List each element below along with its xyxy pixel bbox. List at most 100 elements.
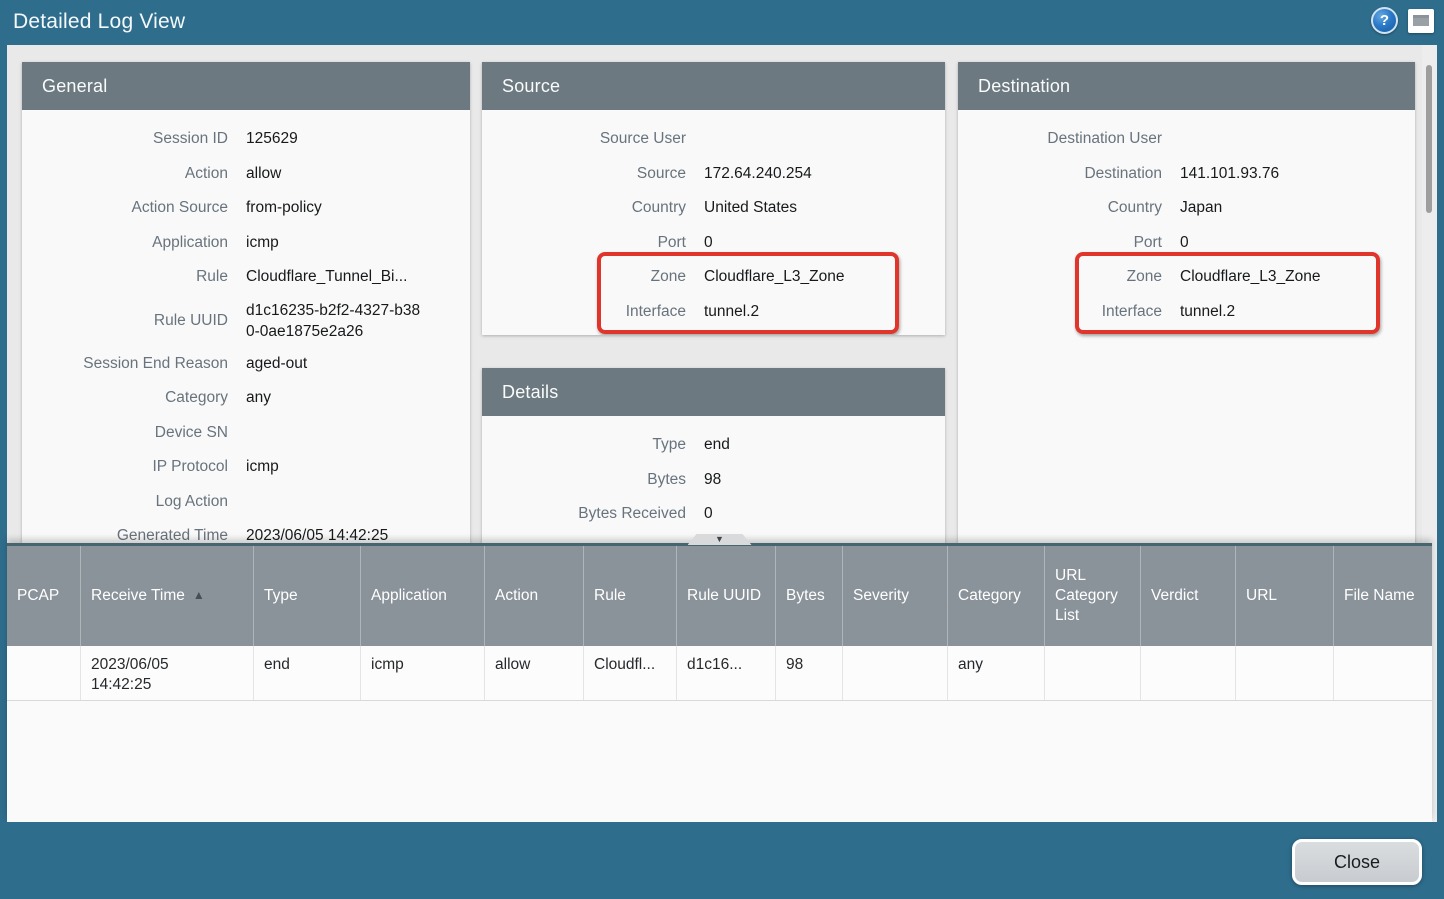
col-header-rule-uuid[interactable]: Rule UUID — [676, 546, 775, 646]
field-row: Port 0 — [482, 226, 945, 261]
col-header-label: File Name — [1344, 586, 1415, 606]
field-value: tunnel.2 — [704, 303, 759, 321]
col-header-type[interactable]: Type — [253, 546, 360, 646]
field-label: Port — [482, 234, 686, 252]
panel-header-general: General — [22, 62, 470, 110]
col-header-url[interactable]: URL — [1235, 546, 1333, 646]
col-header-label: Application — [371, 586, 447, 606]
field-label: Session ID — [22, 130, 228, 148]
field-label: Category — [22, 389, 228, 407]
close-button[interactable]: Close — [1292, 839, 1422, 885]
help-icon[interactable]: ? — [1371, 7, 1398, 34]
field-row: Session ID 125629 — [22, 122, 470, 157]
field-row: IP Protocolicmp — [22, 450, 470, 485]
cell-pcap — [7, 646, 80, 700]
field-label: Country — [482, 199, 686, 217]
col-header-url-category-list[interactable]: URL Category List — [1044, 546, 1140, 646]
field-label: Interface — [958, 303, 1162, 321]
field-value: any — [246, 389, 271, 407]
collapse-handle[interactable]: ▼ — [688, 534, 752, 545]
col-header-application[interactable]: Application — [360, 546, 484, 646]
cell-type: end — [253, 646, 360, 700]
page-title: Detailed Log View — [13, 10, 185, 34]
col-header-label: Receive Time — [91, 586, 185, 606]
col-header-label: Verdict — [1151, 586, 1198, 606]
field-value: 0 — [704, 234, 713, 252]
panel-body-details: Typeend Bytes 98 Bytes Received0 — [482, 416, 945, 532]
cell-url-category-list — [1044, 646, 1140, 700]
field-row: Bytes Received0 — [482, 497, 945, 532]
field-row: Bytes 98 — [482, 463, 945, 498]
field-row: Generated Time 2023/06/05 14:42:25 — [22, 519, 470, 543]
scrollbar-thumb[interactable] — [1426, 65, 1432, 213]
panel-body-source: Source User Source172.64.240.254 Country… — [482, 110, 945, 329]
field-row: Typeend — [482, 428, 945, 463]
field-row: Action allow — [22, 157, 470, 192]
panel-general: General Session ID 125629 Action allow Act… — [22, 62, 470, 543]
field-value: icmp — [246, 234, 279, 252]
field-label: Destination User — [958, 130, 1162, 148]
detailed-log-view-dialog: Detailed Log View ? General Session ID 12… — [0, 0, 1444, 899]
col-header-severity[interactable]: Severity — [842, 546, 947, 646]
field-label: Session End Reason — [22, 355, 228, 373]
field-row: RuleCloudflare_Tunnel_Bi... — [22, 260, 470, 295]
panel-source: Source Source User Source172.64.240.254 … — [482, 62, 945, 335]
cell-application: icmp — [360, 646, 484, 700]
col-header-verdict[interactable]: Verdict — [1140, 546, 1235, 646]
field-row: Destination User — [958, 122, 1415, 157]
cell-rule-uuid: d1c16... — [676, 646, 775, 700]
cell-category: any — [947, 646, 1044, 700]
field-row: Session End Reason aged-out — [22, 347, 470, 382]
col-header-action[interactable]: Action — [484, 546, 583, 646]
titlebar-icons: ? — [1371, 7, 1434, 34]
field-row: Port 0 — [958, 226, 1415, 261]
field-label: Generated Time — [22, 527, 228, 543]
col-header-label: URL Category List — [1055, 566, 1130, 626]
col-header-bytes[interactable]: Bytes — [775, 546, 842, 646]
field-value: aged-out — [246, 355, 307, 373]
field-value: 141.101.93.76 — [1180, 165, 1279, 183]
maximize-icon[interactable] — [1408, 9, 1434, 33]
col-header-receive-time[interactable]: Receive Time▲ — [80, 546, 253, 646]
field-label: Log Action — [22, 493, 228, 511]
field-label: Source — [482, 165, 686, 183]
field-row: Source User — [482, 122, 945, 157]
field-value: 2023/06/05 14:42:25 — [246, 527, 388, 543]
cell-verdict — [1140, 646, 1235, 700]
col-header-label: Bytes — [786, 586, 825, 606]
field-label: Interface — [482, 303, 686, 321]
field-value: 0 — [1180, 234, 1189, 252]
field-label: Port — [958, 234, 1162, 252]
field-value: allow — [246, 165, 281, 183]
field-row: Source172.64.240.254 — [482, 157, 945, 192]
field-value: 125629 — [246, 130, 298, 148]
field-value: Cloudflare_L3_Zone — [1180, 268, 1320, 286]
field-value: 98 — [704, 471, 721, 489]
col-header-file-name[interactable]: File Name — [1333, 546, 1432, 646]
cell-url — [1235, 646, 1333, 700]
col-header-rule[interactable]: Rule — [583, 546, 676, 646]
cell-rule: Cloudfl... — [583, 646, 676, 700]
field-label: Bytes — [482, 471, 686, 489]
field-row: Action Sourcefrom-policy — [22, 191, 470, 226]
table-row[interactable]: 2023/06/05 14:42:25 end icmp allow Cloud… — [7, 646, 1432, 701]
panel-header-destination: Destination — [958, 62, 1415, 110]
field-row: ZoneCloudflare_L3_Zone — [482, 260, 945, 295]
field-row: Country Japan — [958, 191, 1415, 226]
field-label: Country — [958, 199, 1162, 217]
field-value: Japan — [1180, 199, 1222, 217]
panel-header-source: Source — [482, 62, 945, 110]
col-header-pcap[interactable]: PCAP — [7, 546, 80, 646]
cell-action: allow — [484, 646, 583, 700]
field-row: Applicationicmp — [22, 226, 470, 261]
col-header-label: Action — [495, 586, 538, 606]
field-label: Action — [22, 165, 228, 183]
field-row: CountryUnited States — [482, 191, 945, 226]
panel-header-details: Details — [482, 368, 945, 416]
field-label: Type — [482, 436, 686, 454]
related-logs-table: ▼ PCAP Receive Time▲ Type Application Ac… — [7, 543, 1432, 822]
dialog-footer: Close — [0, 822, 1444, 899]
col-header-category[interactable]: Category — [947, 546, 1044, 646]
col-header-label: Type — [264, 586, 298, 606]
field-row: Interfacetunnel.2 — [958, 295, 1415, 330]
